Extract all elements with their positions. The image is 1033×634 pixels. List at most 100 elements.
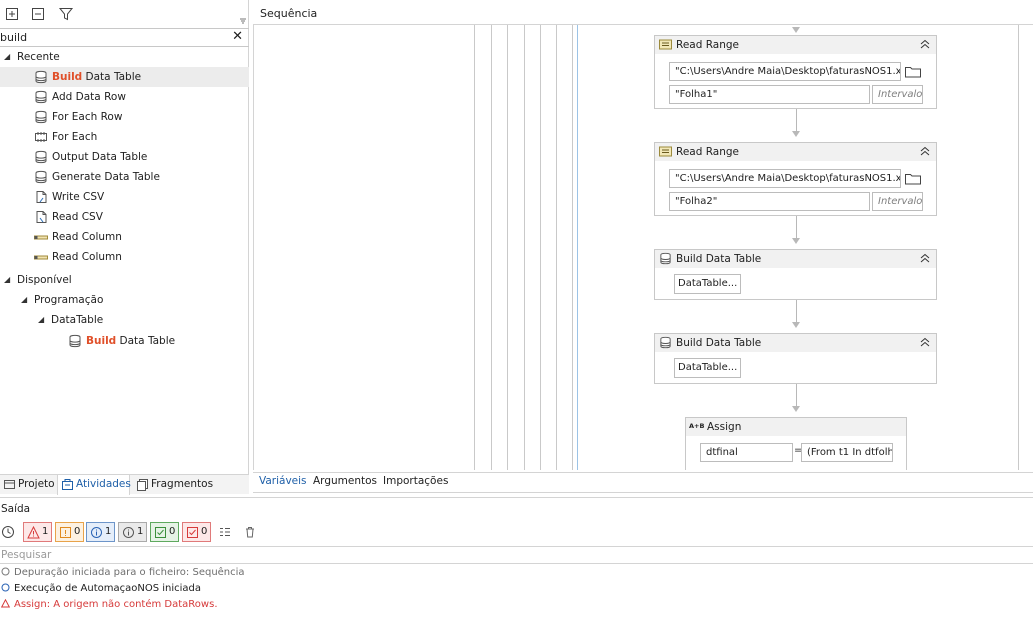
data-table-icon	[35, 110, 47, 124]
tree-item-highlight: Build	[52, 71, 83, 83]
activity-build-data-table-1[interactable]: Build Data Table DataTable...	[654, 249, 937, 300]
log-text: Assign: A origem não contém DataRows.	[14, 599, 218, 610]
range-field[interactable]: Intervalo	[872, 85, 923, 104]
output-toolbar: 1 0 1 1 0 0	[0, 520, 1033, 546]
tree-group-recent[interactable]: ◢ Recente	[0, 47, 249, 67]
sheet-name-field[interactable]: "Folha2"	[669, 192, 870, 211]
trace-count: 1	[137, 526, 144, 537]
folder-icon[interactable]	[903, 169, 923, 188]
designer-canvas[interactable]: Read Range "C:\Users\Andre Maia\Desktop\…	[253, 25, 1033, 470]
collapse-icon[interactable]	[919, 252, 931, 264]
column-icon	[34, 255, 48, 260]
tree-item-label: Read Column	[52, 251, 122, 263]
tree-item-label: Read CSV	[52, 211, 103, 223]
tree-item-read-column-2[interactable]: Read Column	[0, 247, 249, 267]
tree-item-label: Write CSV	[52, 191, 105, 203]
activity-read-range-2[interactable]: Read Range "C:\Users\Andre Maia\Desktop\…	[654, 142, 937, 216]
data-table-icon	[35, 70, 47, 84]
tree-item-output-data-table[interactable]: Output Data Table	[0, 147, 249, 167]
datatable-editor-button[interactable]: DataTable...	[674, 274, 742, 294]
column-icon	[34, 235, 48, 240]
info-filter-button[interactable]: 1	[86, 522, 116, 542]
activities-search-input[interactable]: build	[0, 31, 27, 44]
snippets-icon	[137, 479, 148, 491]
activity-assign[interactable]: A+B Assign dtfinal = (From t1 In dtfolha	[685, 417, 907, 470]
tree-item-generate-data-table[interactable]: Generate Data Table	[0, 167, 249, 187]
output-search-input[interactable]: Pesquisar	[0, 546, 1033, 564]
list-options-icon[interactable]	[218, 525, 232, 539]
activity-header[interactable]: Build Data Table	[655, 334, 936, 352]
tree-group-datatable[interactable]: ◢ DataTable	[0, 310, 249, 330]
expanded-arrow-icon[interactable]: ◢	[4, 47, 10, 67]
failure-filter-button[interactable]: 0	[182, 522, 212, 542]
csv-icon	[36, 191, 47, 203]
activity-title: Build Data Table	[676, 337, 762, 349]
collapse-all-icon[interactable]	[30, 6, 46, 22]
connector-arrow	[792, 406, 800, 412]
tree-item-for-each[interactable]: For Each	[0, 127, 249, 147]
data-table-icon	[660, 336, 671, 349]
activities-toolbar	[0, 0, 249, 28]
range-field[interactable]: Intervalo	[872, 192, 923, 211]
connector-arrow	[792, 27, 800, 33]
errors-count: 1	[42, 526, 49, 537]
tab-variables[interactable]: Variáveis	[259, 475, 307, 487]
activity-title: Assign	[707, 421, 742, 433]
tree-item-for-each-row[interactable]: For Each Row	[0, 107, 249, 127]
trace-filter-button[interactable]: 1	[118, 522, 148, 542]
designer-breadcrumb[interactable]: Sequência	[253, 4, 1033, 25]
tab-project[interactable]: Projeto	[0, 475, 55, 495]
expand-all-icon[interactable]	[4, 6, 20, 22]
tab-imports[interactable]: Importações	[383, 475, 448, 487]
assign-value-field[interactable]: (From t1 In dtfolha	[801, 443, 893, 462]
tab-snippets[interactable]: Fragmentos	[133, 475, 213, 495]
clock-icon[interactable]	[1, 525, 15, 539]
tab-arguments[interactable]: Argumentos	[313, 475, 377, 487]
tree-item-read-csv[interactable]: Read CSV	[0, 207, 249, 227]
activity-header[interactable]: Read Range	[655, 36, 936, 54]
datatable-editor-button[interactable]: DataTable...	[674, 358, 742, 378]
assign-to-field[interactable]: dtfinal	[700, 443, 793, 462]
warnings-filter-button[interactable]: 0	[55, 522, 85, 542]
workbook-path-field[interactable]: "C:\Users\Andre Maia\Desktop\faturasNOS1…	[669, 169, 901, 188]
log-text: Depuração iniciada para o ficheiro: Sequ…	[14, 567, 245, 578]
folder-icon[interactable]	[903, 62, 923, 81]
output-panel-title: Saída	[1, 503, 31, 515]
collapse-icon[interactable]	[919, 145, 931, 157]
tree-item-read-column-1[interactable]: Read Column	[0, 227, 249, 247]
trash-icon[interactable]	[243, 525, 257, 539]
tree-item-add-data-row[interactable]: Add Data Row	[0, 87, 249, 107]
workbook-path-field[interactable]: "C:\Users\Andre Maia\Desktop\faturasNOS1…	[669, 62, 901, 81]
connector-line	[796, 384, 797, 408]
activity-header[interactable]: A+B Assign	[686, 418, 906, 436]
tree-group-available[interactable]: ◢ Disponível	[0, 270, 249, 290]
collapse-icon[interactable]	[919, 336, 931, 348]
activity-header[interactable]: Build Data Table	[655, 250, 936, 268]
assign-icon: A+B	[689, 422, 705, 430]
sheet-name-field[interactable]: "Folha1"	[669, 85, 870, 104]
error-icon	[27, 526, 40, 539]
tree-group-programming[interactable]: ◢ Programação	[0, 290, 249, 310]
data-table-icon	[660, 252, 671, 265]
tree-item-build-data-table[interactable]: Build Data Table	[0, 67, 249, 87]
clear-search-icon[interactable]: ✕	[232, 30, 243, 44]
connector-arrow	[792, 322, 800, 328]
filter-icon[interactable]	[58, 6, 74, 22]
activity-build-data-table-2[interactable]: Build Data Table DataTable...	[654, 333, 937, 384]
activities-icon	[62, 479, 73, 490]
tree-item-build-data-table-available[interactable]: Build Data Table	[0, 331, 249, 351]
sequence-border-line	[1018, 25, 1019, 470]
expanded-arrow-icon[interactable]: ◢	[38, 310, 44, 330]
tab-activities[interactable]: Atividades	[57, 475, 131, 495]
activity-read-range-1[interactable]: Read Range "C:\Users\Andre Maia\Desktop\…	[654, 35, 937, 109]
expanded-arrow-icon[interactable]: ◢	[21, 290, 27, 310]
warning-icon	[60, 527, 71, 538]
success-filter-button[interactable]: 0	[150, 522, 180, 542]
dropdown-grip-icon[interactable]	[240, 18, 246, 24]
collapse-icon[interactable]	[919, 38, 931, 50]
activity-header[interactable]: Read Range	[655, 143, 936, 161]
expanded-arrow-icon[interactable]: ◢	[4, 270, 10, 290]
tree-item-write-csv[interactable]: Write CSV	[0, 187, 249, 207]
errors-filter-button[interactable]: 1	[23, 522, 53, 542]
activities-search[interactable]: build ✕	[0, 28, 249, 47]
